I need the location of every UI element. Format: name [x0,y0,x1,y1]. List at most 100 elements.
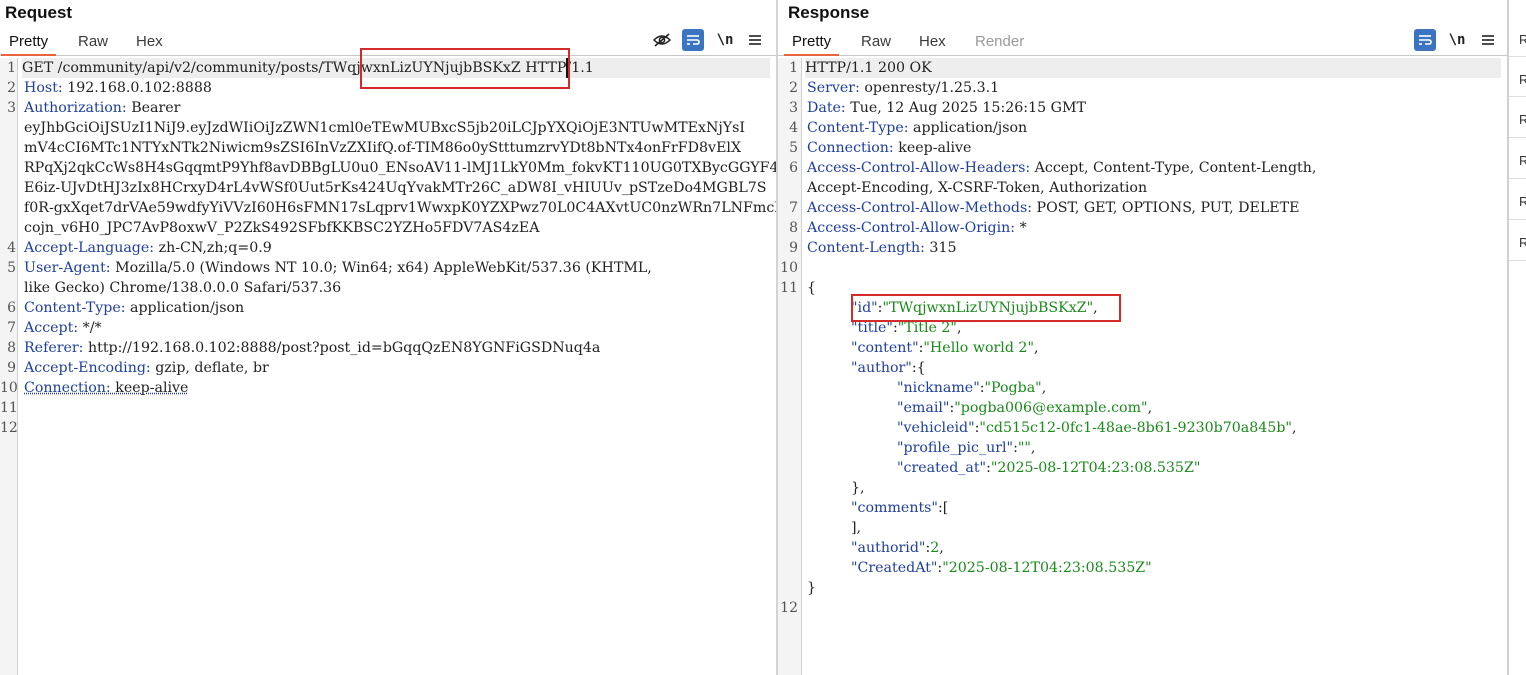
header-line: Referer: http://192.168.0.102:8888/post?… [24,338,600,358]
newline-toggle-icon[interactable]: \n [714,29,736,51]
right-panel-item[interactable]: R [1519,194,1526,209]
header-name: Server: [807,80,860,96]
right-panel-item[interactable]: R [1519,32,1526,47]
json-brace-open: { [807,280,817,296]
request-tab-pretty[interactable]: Pretty [0,33,57,56]
header-name: Access-Control-Allow-Methods: [807,200,1033,216]
word-wrap-icon[interactable] [1414,29,1436,51]
header-value: application/json [908,120,1028,136]
header-line: Content-Type: application/json [24,298,244,318]
right-panel-item[interactable]: R [1519,153,1526,168]
json-line-nickname: "nickname":"Pogba", [897,380,1047,396]
line-number: 10 [0,380,18,396]
line-number: 5 [7,260,16,276]
line-number: 3 [789,100,798,116]
json-value: 2 [930,540,940,556]
request-line-gutter: 1 2 3 4 5 6 7 8 9 10 11 12 [0,58,18,675]
header-name: Access-Control-Allow-Origin: [807,220,1016,236]
json-value: "2025-08-12T04:23:08.535Z" [990,460,1201,476]
status-line: HTTP/1.1 200 OK [805,58,1501,78]
header-name: Host: [24,80,63,96]
header-name: Referer: [24,340,84,356]
right-panel-item[interactable]: R [1519,72,1526,87]
response-editor[interactable]: HTTP/1.1 200 OK Server: openresty/1.25.3… [805,58,1501,638]
menu-icon[interactable] [744,29,766,51]
header-value: POST, GET, OPTIONS, PUT, DELETE [1032,200,1300,216]
line-number: 5 [789,140,798,156]
json-value: "Pogba" [984,380,1042,396]
line-number: 6 [7,300,16,316]
header-value: * [1015,220,1027,236]
line-number: 1 [7,60,16,76]
hide-eye-icon[interactable] [651,29,673,51]
header-line: Accept: */* [24,318,102,338]
json-value: "2025-08-12T04:23:08.535Z" [942,560,1152,576]
request-title: Request [5,3,73,22]
json-brace-close: } [807,580,817,596]
json-value: "" [1017,440,1031,456]
header-name: Authorization: [24,100,127,116]
newline-toggle-icon[interactable]: \n [1446,29,1468,51]
header-name: Connection: [807,140,894,156]
header-continuation: like Gecko) Chrome/138.0.0.0 Safari/537.… [24,280,342,296]
line-number: 1 [789,60,798,76]
json-author-close: }, [851,480,865,496]
header-name: Content-Type: [807,120,909,136]
request-editor[interactable]: GET /community/api/v2/community/posts/TW… [22,58,791,438]
line-number: 10 [780,260,798,276]
json-key: "authorid" [851,540,926,556]
header-value: Tue, 12 Aug 2025 15:26:15 GMT [845,100,1086,116]
json-key: "CreatedAt" [851,560,938,576]
request-pane: Request Pretty Raw Hex \n 1 2 3 4 5 6 7 … [0,0,791,675]
header-value: Accept, Content-Type, Content-Length, [1030,160,1317,176]
newline-label: \n [1448,32,1466,48]
header-name: Accept-Encoding: [24,360,151,376]
status-line-text: HTTP/1.1 200 OK [805,60,932,76]
header-name: User-Agent: [24,260,111,276]
line-number: 2 [789,80,798,96]
json-key: "created_at" [897,460,987,476]
right-panel-item[interactable]: R [1519,235,1526,250]
header-name: Accept-Language: [24,240,155,256]
header-name: Connection: [24,380,111,396]
header-name: Content-Type: [24,300,126,316]
json-line-comments: "comments":[ [851,498,948,518]
header-value: Mozilla/5.0 (Windows NT 10.0; Win64; x64… [110,260,652,276]
header-line: Date: Tue, 12 Aug 2025 15:26:15 GMT [807,98,1086,118]
menu-icon[interactable] [1477,29,1499,51]
header-name: Accept: [24,320,79,336]
header-continuation: cojn_v6H0_JPC7AvP8oxwV_P2ZkS492SFbfKKBSC… [24,220,540,236]
header-continuation: eyJhbGciOiJSUzI1NiJ9.eyJzdWIiOiJzZWN1cml… [24,120,746,136]
response-tab-raw[interactable]: Raw [861,33,891,50]
header-value: Bearer [126,100,181,116]
json-line-email: "email":"pogba006@example.com", [897,400,1153,416]
header-name: Content-Length: [807,240,925,256]
line-number: 11 [0,400,18,416]
header-line: Server: openresty/1.25.3.1 [807,78,999,98]
line-number: 3 [7,100,16,116]
response-tab-hex[interactable]: Hex [919,33,946,50]
header-value: */* [78,320,102,336]
request-tab-hex[interactable]: Hex [136,33,163,50]
header-value: gzip, deflate, br [150,360,269,376]
line-number: 4 [7,240,16,256]
json-line-vehicleid: "vehicleid":"cd515c12-0fc1-48ae-8b61-923… [897,420,1297,436]
json-key: "email" [897,400,950,416]
response-tab-pretty[interactable]: Pretty [783,33,840,56]
header-line: Connection: keep-alive [807,138,971,158]
line-number: 11 [780,280,798,296]
response-pane: Response Pretty Raw Hex Render \n 1 2 3 … [778,0,1507,675]
header-continuation: E6iz-UJvDtHJ3zIx8HCrxyD4rL4vWSf0Uut5rKs4… [24,180,767,196]
line-number: 8 [7,340,16,356]
divider [1509,56,1526,57]
request-tab-raw[interactable]: Raw [78,33,108,50]
header-value: keep-alive [893,140,972,156]
json-line-content: "content":"Hello world 2", [851,340,1039,356]
response-tab-render[interactable]: Render [975,33,1024,50]
header-value: 315 [924,240,957,256]
line-number: 2 [7,80,16,96]
json-key: "author" [851,360,912,376]
right-panel-item[interactable]: R [1519,112,1526,127]
word-wrap-icon[interactable] [682,29,704,51]
id-highlight-box [851,294,1121,322]
